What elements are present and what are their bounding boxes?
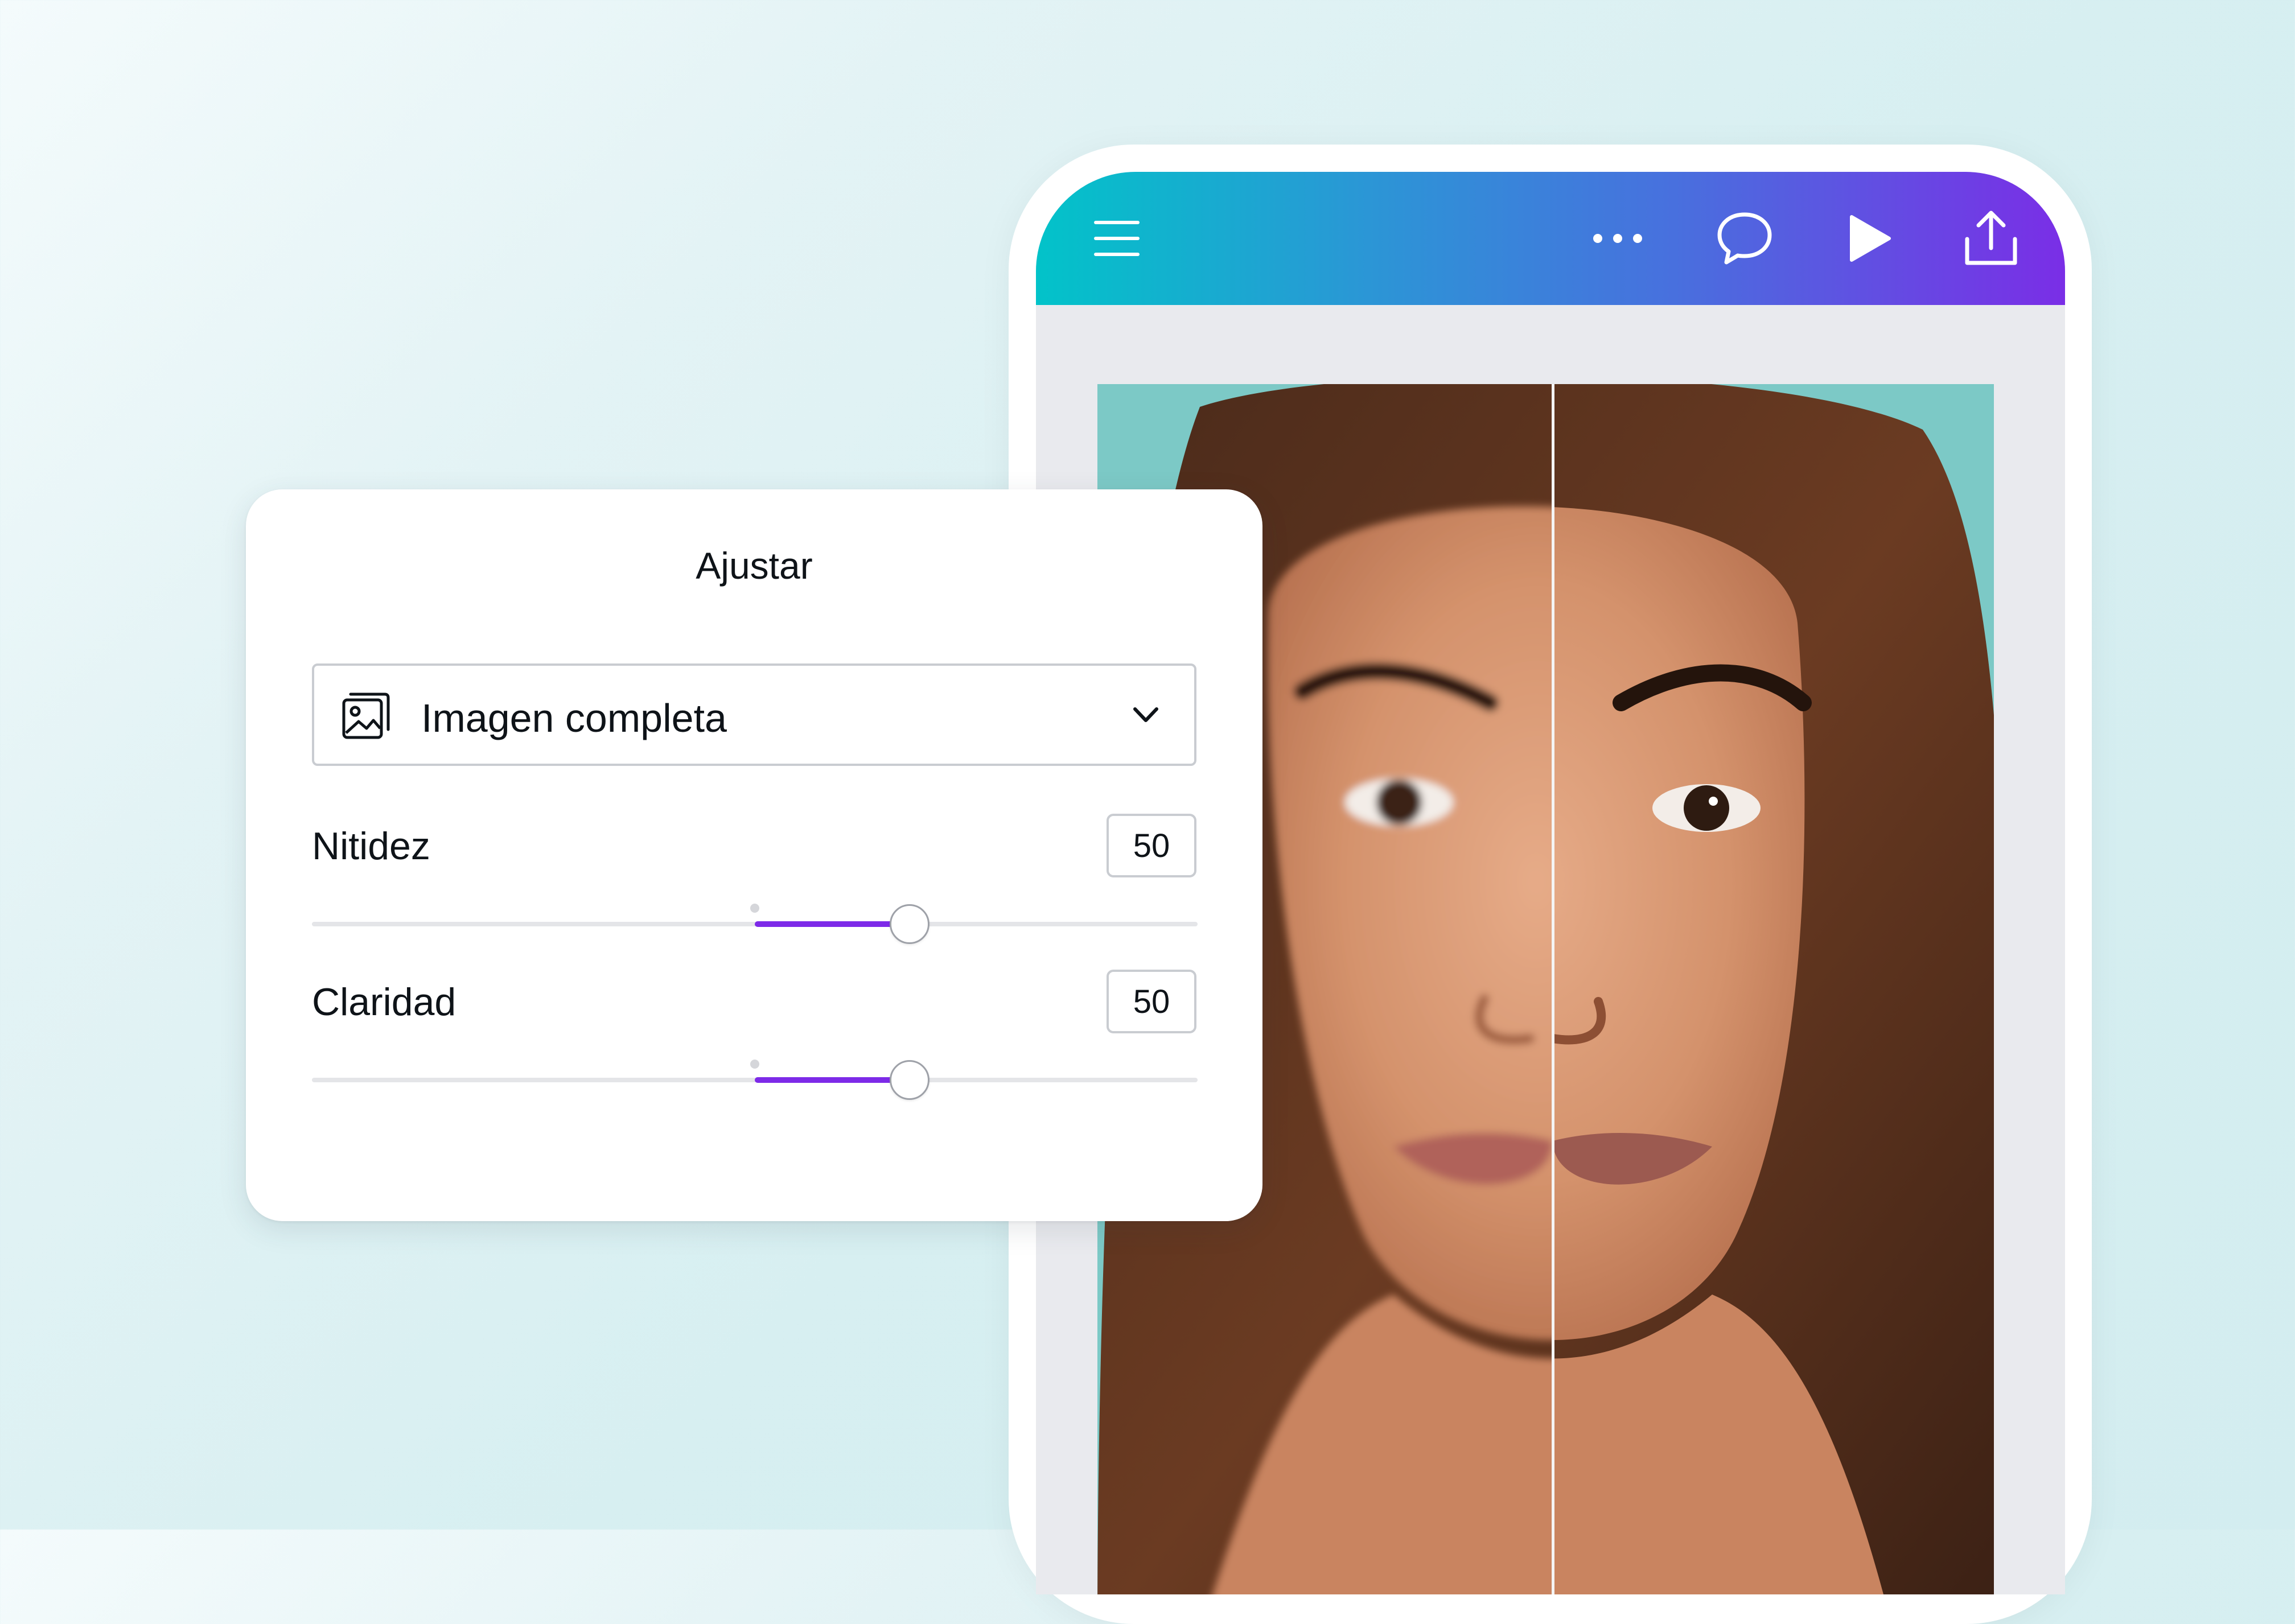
- sharpness-value-input[interactable]: 50: [1107, 814, 1196, 877]
- comment-icon: [1717, 212, 1772, 265]
- panel-title: Ajustar: [696, 545, 813, 587]
- image-icon: [342, 693, 390, 739]
- adjust-panel: Ajustar Imagen completa Nitidez 50 Clari…: [246, 489, 1262, 1221]
- clarity-value-input[interactable]: 50: [1107, 970, 1196, 1033]
- sharpness-slider-thumb[interactable]: [890, 904, 930, 944]
- chevron-down-icon: [1133, 707, 1158, 722]
- share-upload-icon: [1965, 211, 2017, 265]
- comment-button[interactable]: [1713, 207, 1776, 270]
- present-play-button[interactable]: [1839, 207, 1901, 270]
- clarity-label: Claridad: [312, 980, 456, 1024]
- share-button[interactable]: [1958, 205, 2023, 270]
- clarity-slider-fill: [755, 1077, 910, 1083]
- editor-toolbar: [1036, 172, 2065, 305]
- clarity-slider-thumb[interactable]: [890, 1060, 930, 1100]
- scope-dropdown[interactable]: Imagen completa: [312, 663, 1196, 766]
- dropdown-selected-value: Imagen completa: [421, 696, 727, 740]
- hamburger-menu-icon: [1094, 221, 1140, 256]
- hamburger-menu-button[interactable]: [1087, 209, 1146, 268]
- sharpness-slider-fill: [755, 921, 910, 927]
- more-options-button[interactable]: [1588, 209, 1647, 268]
- sharpness-label: Nitidez: [312, 825, 430, 868]
- before-after-divider[interactable]: [1552, 384, 1554, 1594]
- clarity-center-dot: [750, 1060, 759, 1069]
- play-icon: [1850, 215, 1891, 262]
- sharpness-center-dot: [750, 904, 759, 913]
- more-options-icon: [1593, 234, 1642, 243]
